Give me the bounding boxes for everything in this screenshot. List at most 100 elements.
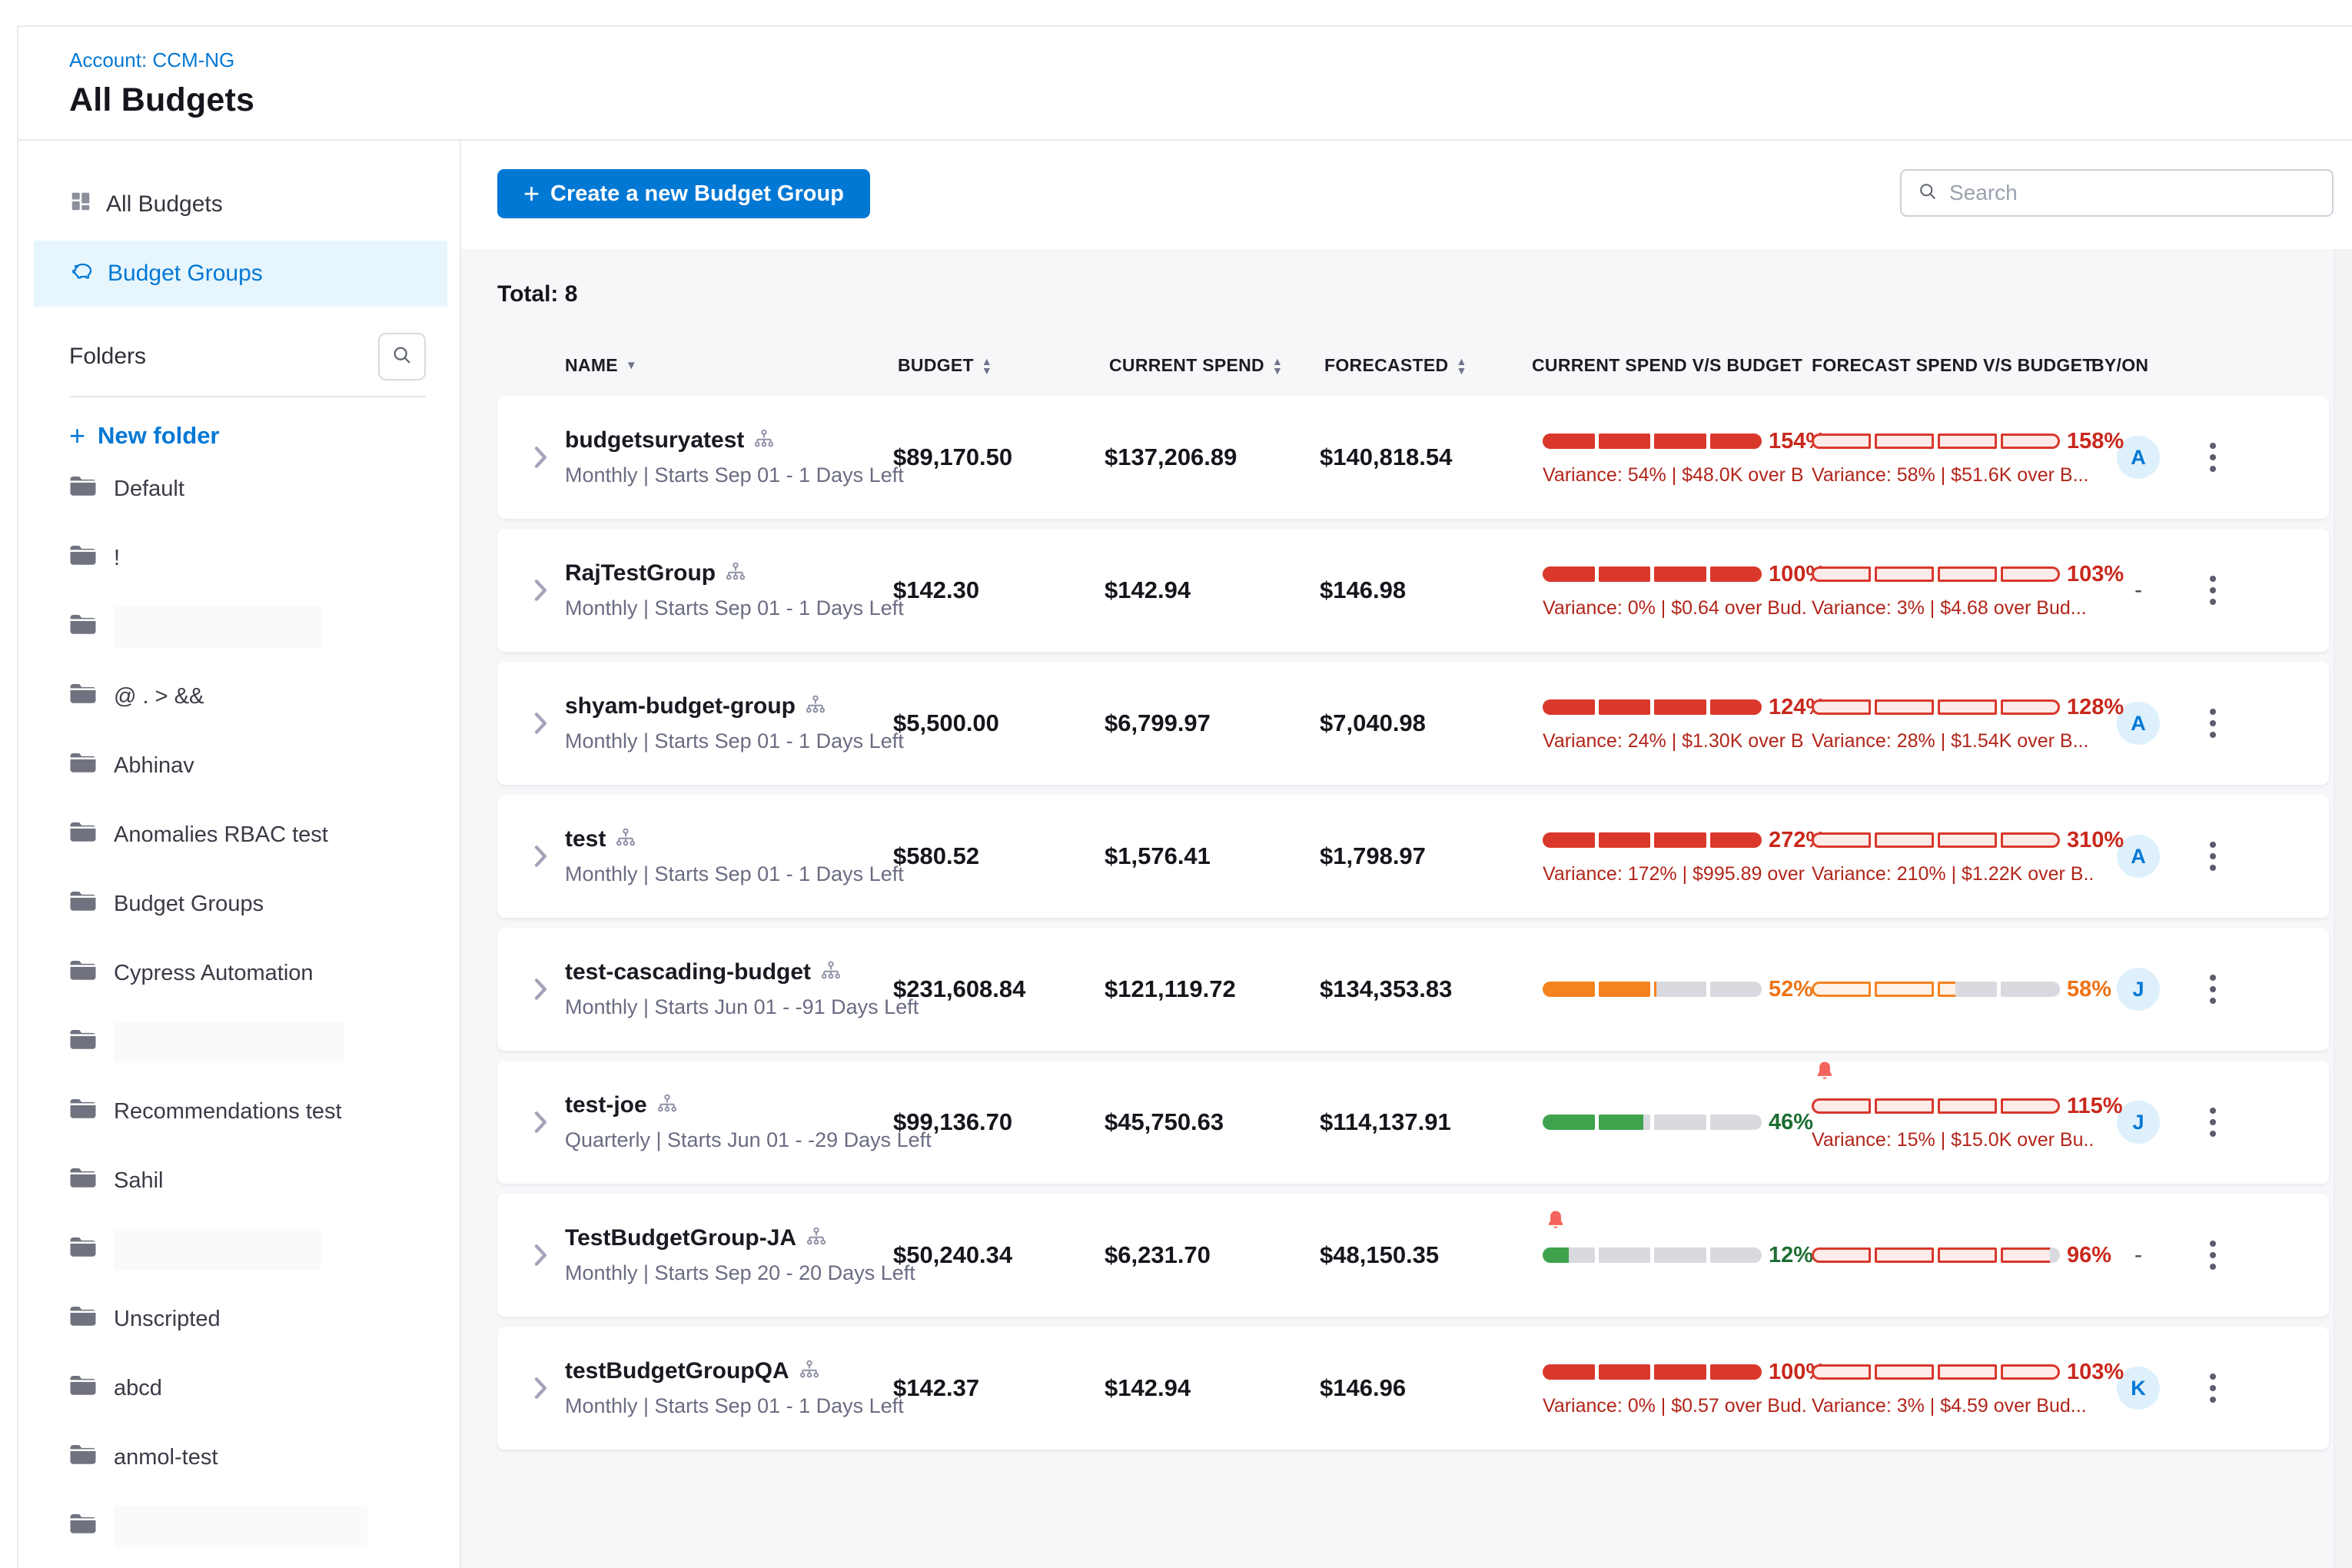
sidebar-item-label: Budget Groups xyxy=(108,261,263,287)
forecast-vs-budget-cell: 128% Variance: 28% | $1.54K over B... xyxy=(1812,662,2096,785)
current-variance-text: Variance: 0% | $0.57 over Bud... xyxy=(1543,1395,1806,1417)
org-tree-icon xyxy=(615,827,636,852)
sidebar: All Budgets Budget Groups Folders + xyxy=(18,141,461,1568)
forecast-spend-percent: 103% xyxy=(2067,1360,2124,1385)
forecast-vs-budget-cell: 158% Variance: 58% | $51.6K over B... xyxy=(1812,396,2096,519)
expand-chevron-icon[interactable] xyxy=(516,1377,565,1400)
row-menu-button[interactable] xyxy=(2181,576,2329,605)
redacted-folder-name xyxy=(114,1022,344,1063)
group-name: test xyxy=(565,826,606,852)
forecast-vs-budget-cell: 103% Variance: 3% | $4.68 over Bud... xyxy=(1812,529,2096,652)
budget-value: $231,608.84 xyxy=(893,975,1105,1003)
forecast-spend-bar xyxy=(1812,1098,2060,1114)
column-header-budget[interactable]: BUDGET▲▼ xyxy=(893,355,1105,376)
app-frame: Account: CCM-NG All Budgets All Budgets … xyxy=(17,25,2352,1568)
row-menu-button[interactable] xyxy=(2181,1108,2329,1137)
forecast-vs-budget-cell: 58% xyxy=(1812,928,2096,1051)
current-spend-value: $1,576.41 xyxy=(1105,842,1320,870)
forecasted-value: $134,353.83 xyxy=(1320,975,1543,1003)
group-name: testBudgetGroupQA xyxy=(565,1358,789,1384)
expand-chevron-icon[interactable] xyxy=(516,1244,565,1267)
group-name: test-cascading-budget xyxy=(565,959,811,985)
org-tree-icon xyxy=(820,960,842,985)
folder-item[interactable]: Sahil xyxy=(69,1146,460,1215)
column-header-current-spend[interactable]: CURRENT SPEND▲▼ xyxy=(1105,355,1320,376)
row-menu-button[interactable] xyxy=(2181,975,2329,1004)
create-budget-group-button[interactable]: + Create a new Budget Group xyxy=(497,169,870,218)
expand-chevron-icon[interactable] xyxy=(516,446,565,469)
folder-item[interactable]: Unscripted xyxy=(69,1284,460,1354)
forecast-variance-text: Variance: 58% | $51.6K over B... xyxy=(1812,464,2088,487)
scrollbar[interactable] xyxy=(2334,249,2352,1568)
expand-chevron-icon[interactable] xyxy=(516,978,565,1001)
row-menu-button[interactable] xyxy=(2181,709,2329,738)
expand-chevron-icon[interactable] xyxy=(516,579,565,602)
search-box[interactable] xyxy=(1900,169,2334,217)
folder-item[interactable]: anmol-test xyxy=(69,1423,460,1492)
group-subtitle: Monthly | Starts Jun 01 - -91 Days Left xyxy=(565,995,893,1019)
forecast-spend-percent: 115% xyxy=(2067,1094,2123,1119)
folder-item[interactable]: Cypress Automation xyxy=(69,938,460,1008)
folder-name: Budget Groups xyxy=(114,892,264,917)
folder-item[interactable]: Budget Groups xyxy=(69,869,460,938)
sidebar-item-all-budgets[interactable]: All Budgets xyxy=(34,171,447,238)
budget-group-row: shyam-budget-group Monthly | Starts Sep … xyxy=(497,662,2329,785)
folder-name: Unscripted xyxy=(114,1307,221,1332)
folder-item[interactable] xyxy=(69,1561,460,1568)
current-spend-value: $142.94 xyxy=(1105,576,1320,604)
folder-icon xyxy=(69,1512,97,1541)
expand-chevron-icon[interactable] xyxy=(516,712,565,735)
folder-search-button[interactable] xyxy=(378,333,426,380)
folder-name: Recommendations test xyxy=(114,1099,342,1125)
folder-item[interactable]: @ . > && xyxy=(69,662,460,731)
group-subtitle: Monthly | Starts Sep 01 - 1 Days Left xyxy=(565,1394,893,1418)
budget-group-row: test-cascading-budget Monthly | Starts J… xyxy=(497,928,2329,1051)
current-spend-value: $121,119.72 xyxy=(1105,975,1320,1003)
current-spend-bar xyxy=(1543,434,1762,449)
folder-item[interactable]: Recommendations test xyxy=(69,1077,460,1146)
column-header-name[interactable]: NAME▼ xyxy=(565,355,893,376)
folder-list: Default ! @ . > && Abhinav Anomalies RBA… xyxy=(18,454,460,1568)
search-input[interactable] xyxy=(1949,181,2317,205)
budget-group-row: budgetsuryatest Monthly | Starts Sep 01 … xyxy=(497,396,2329,519)
folder-icon xyxy=(69,1235,97,1264)
folder-item[interactable]: Anomalies RBAC test xyxy=(69,800,460,869)
folder-icon xyxy=(69,1166,97,1195)
folder-item[interactable] xyxy=(69,1008,460,1077)
redacted-folder-name xyxy=(114,1506,367,1547)
create-button-label: Create a new Budget Group xyxy=(550,181,844,207)
sort-icon: ▲▼ xyxy=(1272,357,1283,375)
folder-item[interactable]: Default xyxy=(69,454,460,523)
current-vs-budget-cell: 46% xyxy=(1543,1061,1812,1184)
folder-item[interactable]: ! xyxy=(69,523,460,593)
row-menu-button[interactable] xyxy=(2181,1374,2329,1403)
redacted-folder-name xyxy=(114,606,321,648)
sort-icon: ▲▼ xyxy=(982,357,992,375)
current-spend-value: $6,231.70 xyxy=(1105,1241,1320,1269)
folder-item[interactable] xyxy=(69,593,460,662)
main-panel: + Create a new Budget Group Total: 8 NAM… xyxy=(461,141,2352,1568)
account-breadcrumb[interactable]: Account: CCM-NG xyxy=(69,48,2352,72)
org-tree-icon xyxy=(805,694,826,719)
sidebar-item-budget-groups[interactable]: Budget Groups xyxy=(34,241,447,307)
expand-chevron-icon[interactable] xyxy=(516,845,565,868)
current-vs-budget-cell: 100% Variance: 0% | $0.64 over Bud... xyxy=(1543,529,1812,652)
folder-icon xyxy=(69,613,97,642)
folder-name: abcd xyxy=(114,1376,162,1401)
row-menu-button[interactable] xyxy=(2181,1241,2329,1270)
folder-item[interactable] xyxy=(69,1215,460,1284)
current-variance-text: Variance: 54% | $48.0K over B... xyxy=(1543,464,1806,487)
forecasted-value: $146.98 xyxy=(1320,576,1543,604)
budget-group-row: RajTestGroup Monthly | Starts Sep 01 - 1… xyxy=(497,529,2329,652)
current-variance-text: Variance: 0% | $0.64 over Bud... xyxy=(1543,597,1806,620)
forecast-spend-bar xyxy=(1812,434,2060,449)
expand-chevron-icon[interactable] xyxy=(516,1111,565,1134)
folder-item[interactable] xyxy=(69,1492,460,1561)
new-folder-button[interactable]: + New folder xyxy=(69,422,460,450)
folder-item[interactable]: Abhinav xyxy=(69,731,460,800)
folder-item[interactable]: abcd xyxy=(69,1354,460,1423)
column-header-forecasted[interactable]: FORECASTED▲▼ xyxy=(1320,355,1543,376)
column-header-forecast-vs-budget: FORECAST SPEND V/S BUDGET xyxy=(1812,355,2096,376)
row-menu-button[interactable] xyxy=(2181,842,2329,871)
row-menu-button[interactable] xyxy=(2181,443,2329,472)
